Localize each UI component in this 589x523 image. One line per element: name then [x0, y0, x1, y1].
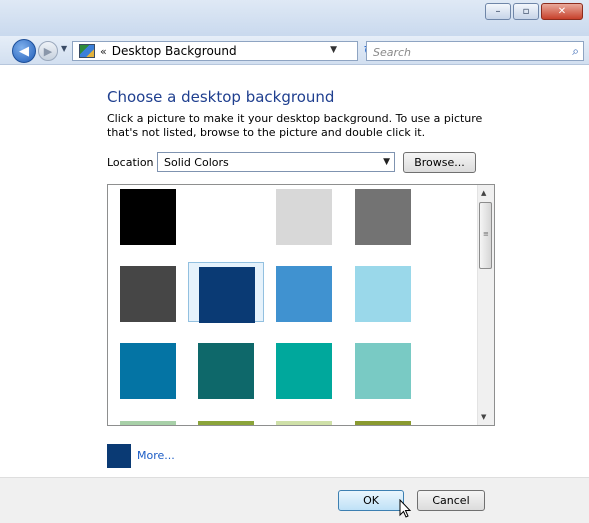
back-arrow-icon: ◀ [19, 43, 29, 59]
dialog-footer: OK Cancel [0, 477, 589, 523]
color-swatch-cell[interactable] [120, 343, 196, 403]
scroll-thumb[interactable]: ≡ [479, 202, 492, 269]
maximize-icon: ▫ [522, 6, 530, 17]
color-swatch-cell[interactable] [355, 189, 431, 249]
color-swatch [198, 189, 254, 245]
color-swatch-cell[interactable] [120, 189, 196, 249]
address-dropdown-icon[interactable]: ▼ [330, 45, 337, 55]
recent-pages-dropdown[interactable]: ▼ [61, 45, 69, 53]
color-swatch [199, 267, 255, 323]
main-content: Choose a desktop background Click a pict… [0, 65, 589, 477]
breadcrumb-desktop-background[interactable]: Desktop Background [112, 44, 237, 58]
color-swatch [120, 189, 176, 245]
grip-icon: ≡ [483, 230, 489, 238]
address-bar[interactable]: « Desktop Background ▼ [72, 41, 358, 61]
cancel-button[interactable]: Cancel [417, 490, 485, 511]
color-swatch-cell[interactable] [355, 343, 431, 403]
search-box[interactable]: ⌕ [366, 41, 584, 61]
navigation-bar: ◀ ▶ ▼ « Desktop Background ▼ ↻ ⌕ [0, 36, 589, 65]
scroll-up-arrow-icon[interactable]: ▲ [481, 189, 486, 197]
color-swatch [355, 189, 411, 245]
search-icon[interactable]: ⌕ [572, 44, 579, 59]
color-swatch-partial[interactable] [276, 421, 332, 425]
close-icon: ✕ [557, 6, 567, 17]
close-button[interactable]: ✕ [541, 3, 583, 20]
forward-arrow-icon: ▶ [43, 44, 53, 58]
forward-button[interactable]: ▶ [38, 41, 58, 61]
more-colors-link[interactable]: More... [137, 449, 175, 462]
page-description: Click a picture to make it your desktop … [107, 112, 483, 139]
minimize-icon: – [495, 6, 501, 17]
chevron-down-icon: ▼ [383, 157, 390, 167]
control-panel-icon [79, 44, 95, 58]
color-swatch-cell[interactable] [276, 343, 352, 403]
color-swatch-partial[interactable] [198, 421, 254, 425]
color-swatch-cell[interactable] [355, 266, 431, 326]
page-title: Choose a desktop background [107, 88, 335, 106]
color-swatch [276, 266, 332, 322]
vertical-scrollbar[interactable]: ▲ ≡ ▼ [477, 185, 494, 425]
color-swatch [355, 266, 411, 322]
color-swatch [355, 343, 411, 399]
color-swatch [198, 343, 254, 399]
color-swatch [276, 343, 332, 399]
location-label: Location [107, 156, 154, 169]
color-swatch-cell[interactable] [198, 189, 274, 249]
color-swatch-partial[interactable] [120, 421, 176, 425]
minimize-button[interactable]: – [485, 3, 511, 20]
color-swatch-cell[interactable] [276, 266, 352, 326]
location-dropdown[interactable]: Solid Colors ▼ [157, 152, 395, 172]
breadcrumb-chevron-icon[interactable]: « [100, 45, 107, 58]
ok-button[interactable]: OK [338, 490, 404, 511]
title-bar: – ▫ ✕ [0, 0, 589, 37]
search-input[interactable] [369, 43, 565, 61]
color-swatch-grid: ▲ ≡ ▼ [107, 184, 495, 426]
color-swatch-cell[interactable] [188, 262, 264, 323]
browse-button[interactable]: Browse... [403, 152, 476, 173]
caption-buttons: – ▫ ✕ [485, 3, 583, 20]
color-swatch [120, 266, 176, 322]
scroll-down-arrow-icon[interactable]: ▼ [481, 413, 486, 421]
maximize-button[interactable]: ▫ [513, 3, 539, 20]
color-swatch-cell[interactable] [120, 266, 196, 326]
color-swatch-cell[interactable] [276, 189, 352, 249]
color-swatch-partial[interactable] [355, 421, 411, 425]
color-swatch-cell[interactable] [198, 343, 274, 403]
color-swatch [120, 343, 176, 399]
color-swatch [276, 189, 332, 245]
location-selected-value: Solid Colors [164, 155, 229, 169]
back-button[interactable]: ◀ [12, 39, 36, 63]
current-color-swatch [107, 444, 131, 468]
